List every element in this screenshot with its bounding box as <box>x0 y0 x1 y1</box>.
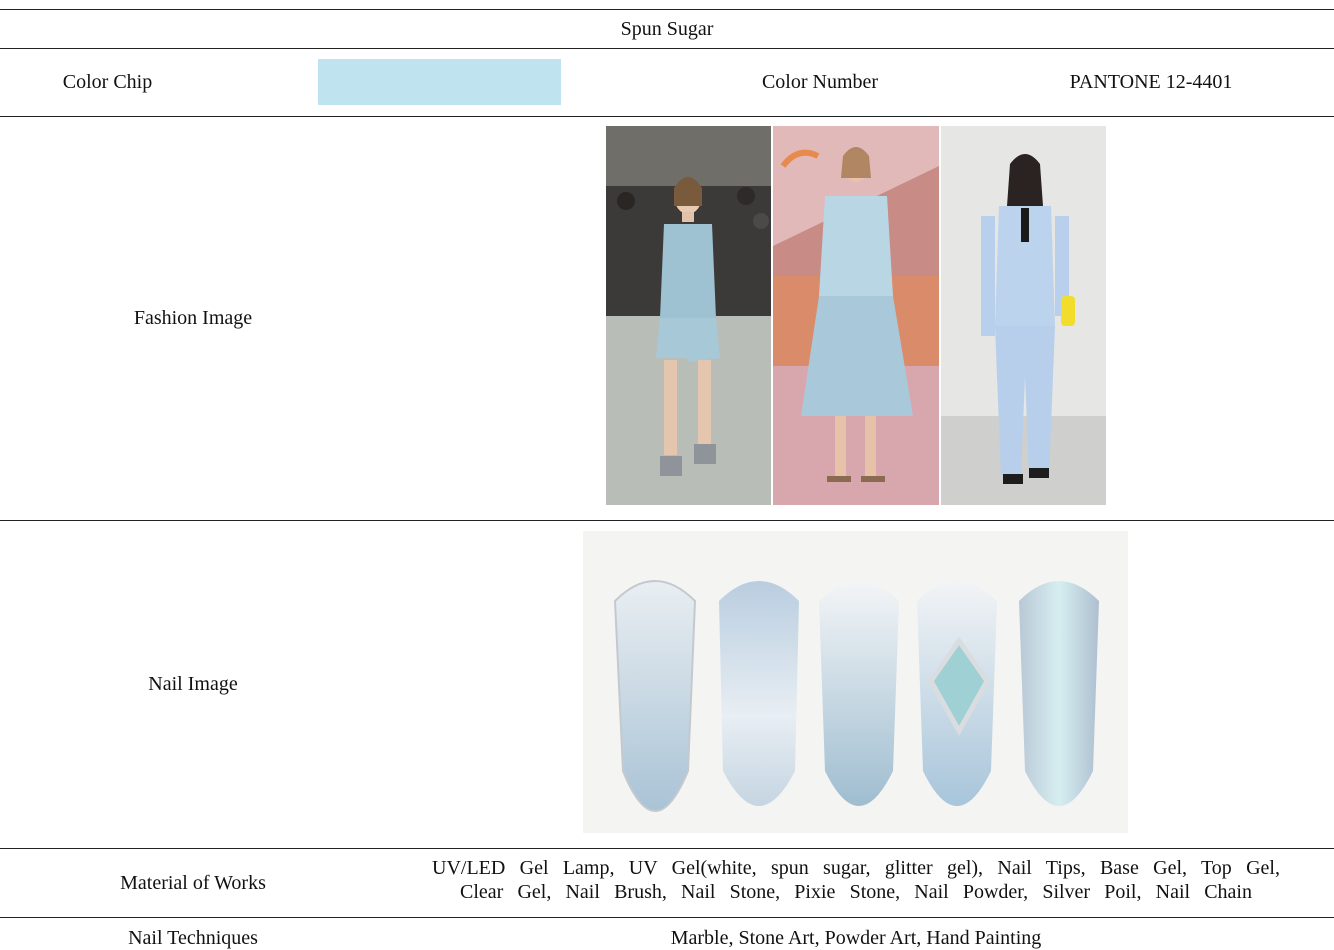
fashion-photo-pleated-dress <box>773 126 939 505</box>
title-row-rule <box>0 48 1334 49</box>
table-top-rule <box>0 9 1334 10</box>
table-title: Spun Sugar <box>620 18 714 40</box>
fashion-photo-jumpsuit <box>941 126 1106 505</box>
color-row-rule <box>0 116 1334 117</box>
material-line-1: UV/LED Gel Lamp, UV Gel(white, spun suga… <box>432 857 1280 879</box>
color-chip-label: Color Chip <box>62 71 153 93</box>
color-number-label: Color Number <box>761 71 879 93</box>
fashion-photo-runway-quilted <box>606 126 771 505</box>
nail-techniques-label: Nail Techniques <box>128 927 258 949</box>
material-of-works-label: Material of Works <box>120 872 266 894</box>
material-of-works-value: UV/LED Gel Lamp, UV Gel(white, spun suga… <box>410 856 1302 904</box>
material-row-rule <box>0 917 1334 918</box>
nail-photo <box>583 531 1128 833</box>
color-chip-swatch <box>318 59 561 105</box>
nail-techniques-value: Marble, Stone Art, Powder Art, Hand Pain… <box>670 927 1042 949</box>
nail-row-rule <box>0 848 1334 849</box>
fashion-row-rule <box>0 520 1334 521</box>
material-line-2: Clear Gel, Nail Brush, Nail Stone, Pixie… <box>460 881 1252 903</box>
color-number-value: PANTONE 12-4401 <box>1069 71 1233 93</box>
nail-image-label: Nail Image <box>148 673 238 695</box>
fashion-image-label: Fashion Image <box>133 307 253 329</box>
